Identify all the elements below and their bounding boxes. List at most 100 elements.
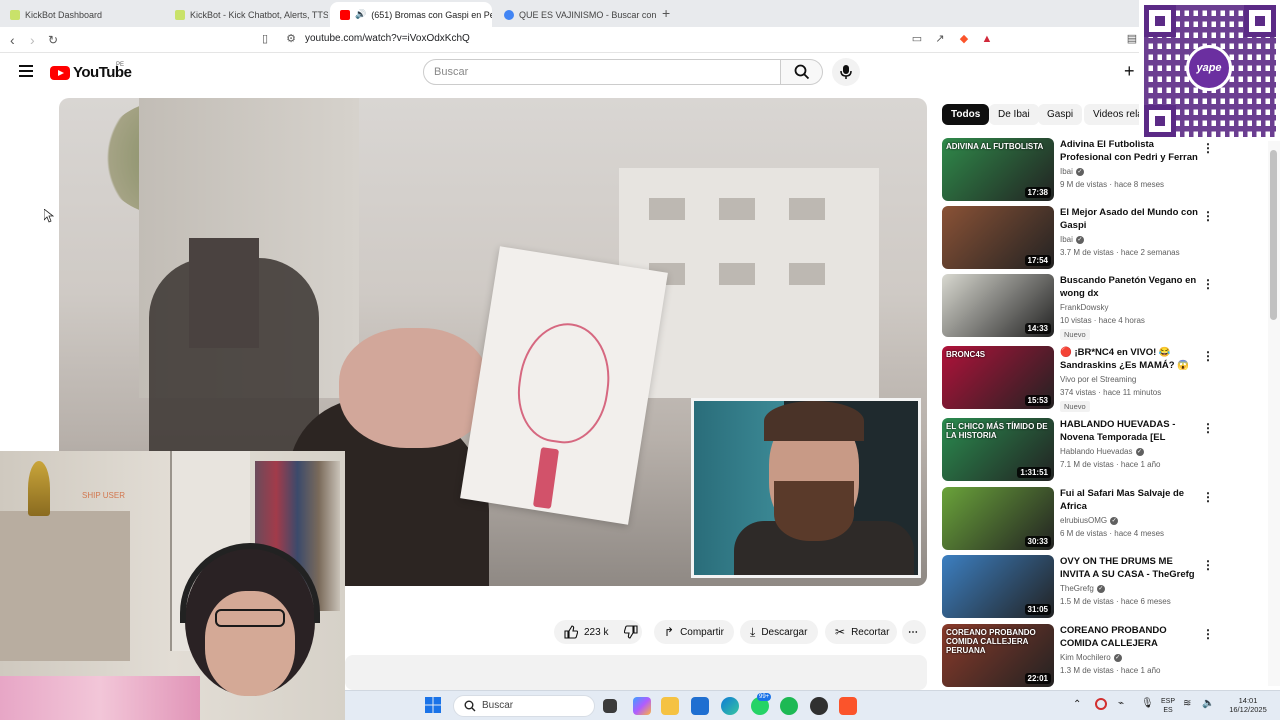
address-bar-url[interactable]: youtube.com/watch?v=iVoxOdxKchQ [305,33,470,44]
chip-from-ibai[interactable]: De Ibai [989,104,1039,125]
create-plus-icon[interactable]: + [1124,61,1135,81]
chip-gaspi[interactable]: Gaspi [1038,104,1083,125]
recommendation-item[interactable]: EL CHICO MÁS TÍMIDO DE LA HISTORIA 1:31:5… [942,418,1222,482]
reload-icon[interactable]: ↻ [48,31,58,49]
video-title[interactable]: Adivina El Futbolista Profesional con Pe… [1060,138,1198,165]
more-options-icon[interactable]: ⋮ [1202,350,1214,362]
channel-name[interactable]: TheGrefg ✓ [1060,584,1105,593]
video-thumbnail[interactable]: 31:05 [942,555,1054,618]
yape-qr-code: yape [1139,0,1280,141]
more-options-icon[interactable]: ⋮ [1202,628,1214,640]
tab-google-search[interactable]: QUE ES VAJINISMO - Buscar con Goo [494,2,656,27]
page-scrollbar-thumb[interactable] [1270,150,1277,320]
more-actions-icon[interactable]: ⋯ [902,620,926,644]
channel-name[interactable]: Ibai ✓ [1060,167,1084,176]
search-input[interactable]: Buscar [423,59,781,85]
copilot-icon[interactable] [633,697,651,715]
more-options-icon[interactable]: ⋮ [1202,142,1214,154]
channel-name[interactable]: FrankDowsky [1060,303,1108,312]
forward-icon[interactable]: › [30,31,35,49]
more-options-icon[interactable]: ⋮ [1202,491,1214,503]
new-tab-icon[interactable]: + [662,5,670,21]
recommendation-item[interactable]: BRONC4S 15:53 🔴 ¡BR*NC4 en VIVO! 😂 Sandras… [942,346,1222,412]
microsoft-store-icon[interactable] [691,697,709,715]
tray-app-icon[interactable] [1095,698,1107,710]
verified-badge-icon: ✓ [1113,653,1122,662]
video-title[interactable]: COREANO PROBANDO COMIDA CALLEJERA PERUAN… [1060,624,1198,651]
video-description-box[interactable] [345,655,927,690]
video-thumbnail[interactable]: 30:33 [942,487,1054,550]
brave-rewards-icon[interactable]: ▲ [980,32,994,46]
channel-name[interactable]: Kim Mochilero ✓ [1060,653,1122,662]
more-options-icon[interactable]: ⋮ [1202,210,1214,222]
more-options-icon[interactable]: ⋮ [1202,559,1214,571]
thumbnail-text: ADIVINA AL FUTBOLISTA [946,142,1044,151]
video-thumbnail[interactable]: ADIVINA AL FUTBOLISTA 17:38 [942,138,1054,201]
site-info-icon[interactable]: ⚙ [284,32,298,46]
recommendation-item[interactable]: 17:54 El Mejor Asado del Mundo con Gaspi I… [942,206,1222,270]
recommendation-item[interactable]: COREANO PROBANDO COMIDA CALLEJERA PERUAN… [942,624,1222,688]
tab-kickbot-chatbot[interactable]: KickBot - Kick Chatbot, Alerts, TTS, C [165,2,328,27]
share-arrow-icon: ↱ [664,625,675,639]
cast-icon[interactable]: ▭ [910,32,924,46]
channel-name[interactable]: Vivo por el Streaming [1060,375,1136,384]
edge-browser-icon[interactable] [721,697,739,715]
audio-playing-icon[interactable]: 🔊 [355,9,366,20]
recommendation-item[interactable]: 31:05 OVY ON THE DRUMS ME INVITA A SU CAS… [942,555,1222,619]
microphone-tray-icon[interactable]: 🎙 [1141,698,1154,709]
wifi-icon[interactable]: ≋ [1183,698,1191,709]
more-options-icon[interactable]: ⋮ [1202,278,1214,290]
recommendation-item[interactable]: 30:33 Fui al Safari Mas Salvaje de Africa… [942,487,1222,551]
back-icon[interactable]: ‹ [10,31,15,49]
network-icon[interactable]: ⌁ [1118,698,1124,709]
video-duration: 17:54 [1024,255,1051,266]
video-thumbnail[interactable]: COREANO PROBANDO COMIDA CALLEJERA PERUAN… [942,624,1054,687]
show-hidden-icons-icon[interactable]: ⌃ [1073,699,1081,710]
sidebar-toggle-icon[interactable]: ▤ [1125,32,1139,46]
video-thumbnail[interactable]: EL CHICO MÁS TÍMIDO DE LA HISTORIA 1:31:5… [942,418,1054,481]
share-page-icon[interactable]: ↗ [933,32,947,46]
video-meta: 9 M de vistas · hace 8 meses [1060,180,1165,189]
channel-name[interactable]: Ibai ✓ [1060,235,1084,244]
channel-name[interactable]: Hablando Huevadas ✓ [1060,447,1144,456]
recommendation-item[interactable]: ADIVINA AL FUTBOLISTA 17:38 Adivina El Fut… [942,138,1222,202]
voice-search-button[interactable] [832,58,860,86]
video-thumbnail[interactable]: BRONC4S 15:53 [942,346,1054,409]
chip-all[interactable]: Todos [942,104,990,125]
video-title[interactable]: Fui al Safari Mas Salvaje de Africa [1060,487,1198,513]
video-meta: 3.7 M de vistas · hace 2 semanas [1060,248,1180,257]
brave-shields-icon[interactable]: ◆ [957,32,971,46]
video-title[interactable]: 🔴 ¡BR*NC4 en VIVO! 😂 Sandraskins ¿Es MAM… [1060,346,1198,373]
hamburger-menu-icon[interactable] [19,65,33,77]
volume-icon[interactable]: 🔈 [1202,698,1214,709]
obs-studio-icon[interactable] [810,697,828,715]
video-title[interactable]: Buscando Panetón Vegano en wong dx [1060,274,1198,300]
clock[interactable]: 14:01 16/12/2025 [1225,696,1271,714]
share-button[interactable]: ↱ Compartir [654,620,734,644]
notification-badge: 99+ [757,693,772,701]
search-button[interactable] [781,59,823,85]
video-thumbnail[interactable]: 14:33 [942,274,1054,337]
clip-button[interactable]: ✂ Recortar [825,620,897,644]
video-thumbnail[interactable]: 17:54 [942,206,1054,269]
video-title[interactable]: OVY ON THE DRUMS ME INVITA A SU CASA - T… [1060,555,1198,581]
language-indicator[interactable]: ESP ES [1159,697,1177,715]
download-button[interactable]: ⤓ Descargar [740,620,818,644]
dislike-button[interactable] [614,620,648,644]
recommendation-item[interactable]: 14:33 Buscando Panetón Vegano en wong dx F… [942,274,1222,340]
channel-name[interactable]: elrubiusOMG ✓ [1060,516,1119,525]
video-title[interactable]: HABLANDO HUEVADAS - Novena Temporada [EL… [1060,418,1198,445]
brave-browser-icon[interactable] [839,697,857,715]
channel-name-text: TheGrefg [1060,584,1094,593]
thumbs-down-icon [624,625,638,639]
thumbnail-text: EL CHICO MÁS TÍMIDO DE LA HISTORIA [946,422,1048,440]
more-options-icon[interactable]: ⋮ [1202,422,1214,434]
tab-kickbot-dashboard[interactable]: KickBot Dashboard [0,2,165,27]
bookmark-icon[interactable]: ▯ [258,32,272,46]
windows-start-icon[interactable] [425,697,443,715]
tab-youtube-video[interactable]: 🔊 (651) Bromas con Gaspi en Pe ✕ [330,2,492,27]
spotify-icon[interactable] [780,697,798,715]
task-view-icon[interactable] [603,699,617,713]
file-explorer-icon[interactable] [661,697,679,715]
video-title[interactable]: El Mejor Asado del Mundo con Gaspi [1060,206,1198,232]
